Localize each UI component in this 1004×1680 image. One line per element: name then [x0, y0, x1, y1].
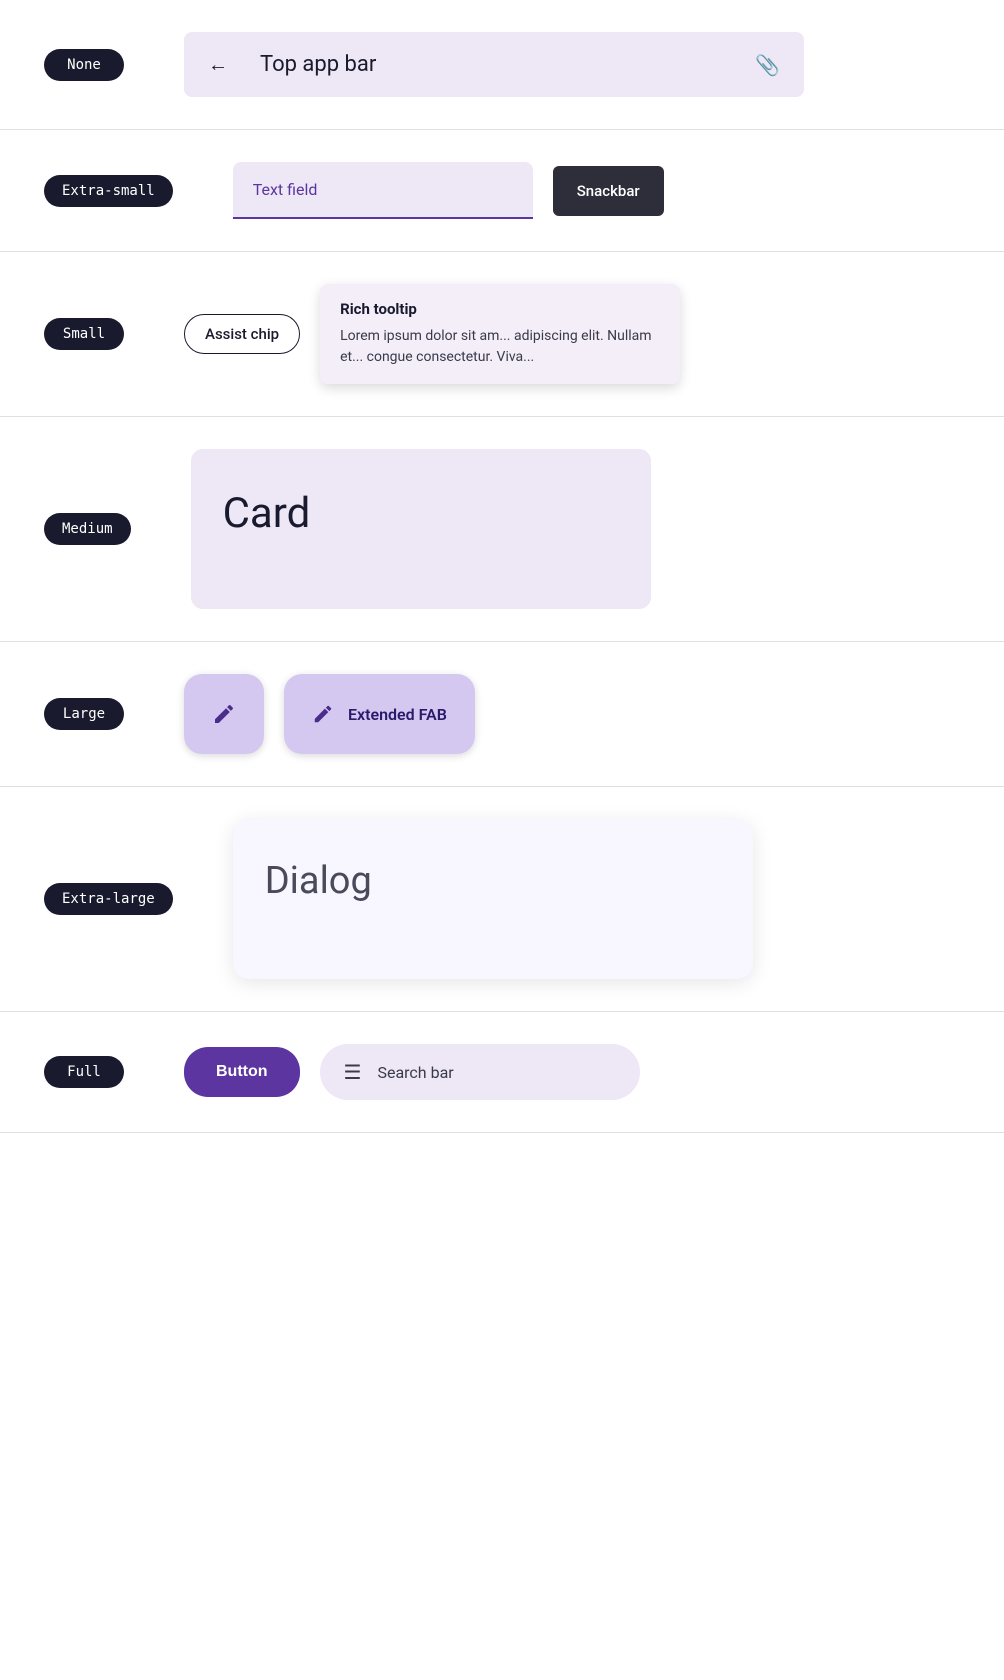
row-large: Large Extended FAB: [0, 642, 1004, 787]
badge-extra-small: Extra-small: [44, 175, 173, 207]
row-small: Small Assist chip Rich tooltip Lorem ips…: [0, 252, 1004, 417]
dialog-title: Dialog: [265, 859, 372, 903]
row-extra-small: Extra-small Text field Snackbar: [0, 130, 1004, 252]
extra-large-content: Dialog: [233, 819, 1004, 979]
row-medium: Medium Card: [0, 417, 1004, 642]
assist-chip-label: Assist chip: [205, 325, 279, 343]
rich-tooltip-title: Rich tooltip: [340, 300, 660, 318]
assist-chip[interactable]: Assist chip: [184, 314, 300, 354]
row-full: Full Button ☰ Search bar: [0, 1012, 1004, 1133]
full-content: Button ☰ Search bar: [184, 1044, 1004, 1100]
row-extra-large: Extra-large Dialog: [0, 787, 1004, 1012]
badge-none: None: [44, 49, 124, 81]
rich-tooltip-body: Lorem ipsum dolor sit am... adipiscing e…: [340, 326, 660, 368]
extended-fab-label: Extended FAB: [348, 705, 447, 724]
search-bar[interactable]: ☰ Search bar: [320, 1044, 640, 1100]
medium-content: Card: [191, 449, 1004, 609]
small-content: Assist chip Rich tooltip Lorem ipsum dol…: [184, 284, 1004, 384]
top-app-bar-title: Top app bar: [260, 52, 735, 77]
extra-small-content: Text field Snackbar: [233, 162, 1004, 219]
badge-small: Small: [44, 318, 124, 350]
text-field[interactable]: Text field: [233, 162, 533, 219]
back-icon[interactable]: ←: [208, 52, 228, 77]
badge-extra-large: Extra-large: [44, 883, 173, 915]
extended-fab-pencil-icon: [312, 703, 334, 725]
fab-button[interactable]: [184, 674, 264, 754]
extended-fab-button[interactable]: Extended FAB: [284, 674, 475, 754]
badge-full: Full: [44, 1056, 124, 1088]
card-title: Card: [223, 489, 311, 538]
badge-medium: Medium: [44, 513, 131, 545]
dialog: Dialog: [233, 819, 753, 979]
rich-tooltip: Rich tooltip Lorem ipsum dolor sit am...…: [320, 284, 680, 384]
attachment-icon[interactable]: 📎: [755, 53, 780, 77]
text-field-label: Text field: [253, 180, 318, 199]
row-none: None ← Top app bar 📎: [0, 0, 1004, 130]
snackbar-label: Snackbar: [577, 182, 640, 200]
badge-large: Large: [44, 698, 124, 730]
card: Card: [191, 449, 651, 609]
large-content: Extended FAB: [184, 674, 1004, 754]
search-bar-label: Search bar: [377, 1063, 453, 1082]
top-app-bar-container: ← Top app bar 📎: [184, 32, 804, 97]
button-filled[interactable]: Button: [184, 1047, 300, 1097]
pencil-icon: [212, 702, 236, 726]
snackbar: Snackbar: [553, 166, 664, 216]
button-label: Button: [216, 1063, 268, 1080]
hamburger-icon: ☰: [344, 1060, 362, 1084]
